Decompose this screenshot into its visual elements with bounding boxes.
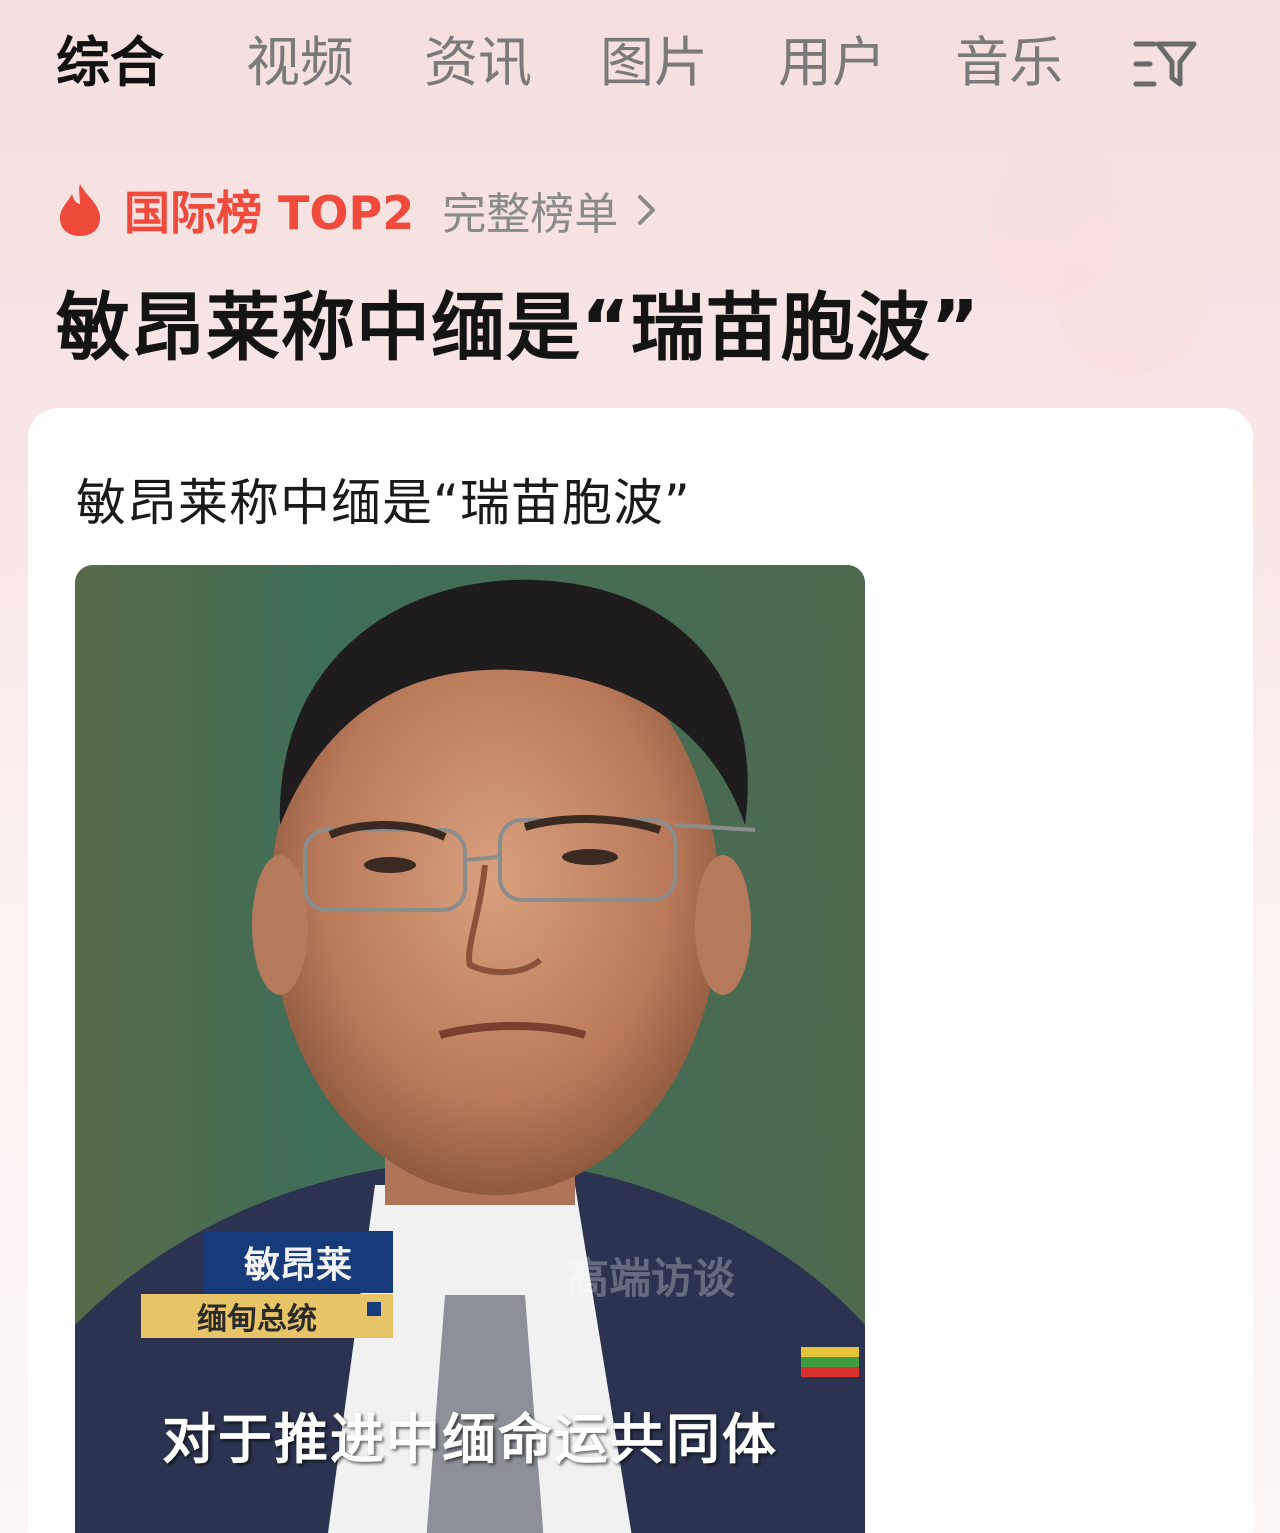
tab-users[interactable]: 用户	[778, 30, 886, 100]
result-card[interactable]: 敏昂莱称中缅是“瑞苗胞波” 敏昂莱 缅甸总统 高端访谈 对于推进中缅命运共同体	[28, 408, 1253, 1533]
tab-images[interactable]: 图片	[600, 30, 708, 100]
lower-third-role: 缅甸总统	[141, 1294, 393, 1338]
full-list-link[interactable]: 完整榜单	[442, 178, 658, 242]
tab-news[interactable]: 资讯	[424, 30, 532, 100]
tab-music[interactable]: 音乐	[955, 30, 1063, 100]
video-thumbnail[interactable]: 敏昂莱 缅甸总统 高端访谈 对于推进中缅命运共同体	[75, 565, 865, 1533]
lower-third-name: 敏昂莱	[203, 1231, 393, 1293]
tab-video[interactable]: 视频	[246, 30, 354, 100]
lower-third-square	[367, 1302, 381, 1316]
channel-watermark: 高端访谈	[567, 1254, 736, 1303]
filter-icon[interactable]	[1132, 38, 1198, 90]
card-title[interactable]: 敏昂莱称中缅是“瑞苗胞波”	[76, 463, 691, 535]
trending-rank-row: 国际榜 TOP2 完整榜单	[56, 180, 658, 240]
video-subtitle: 对于推进中缅命运共同体	[162, 1407, 778, 1471]
page-headline[interactable]: 敏昂莱称中缅是“瑞苗胞波”	[56, 268, 980, 375]
trending-rank-label: 国际榜 TOP2	[124, 186, 415, 240]
flame-icon	[60, 184, 100, 236]
portrait-image	[75, 565, 865, 1533]
lower-third-role-text: 缅甸总统	[197, 1302, 317, 1337]
tab-comprehensive[interactable]: 综合	[56, 30, 164, 100]
chevron-right-icon	[638, 195, 656, 225]
search-tab-bar: 综合 视频 资讯 图片 用户 音乐	[0, 0, 1280, 125]
full-list-label: 完整榜单	[442, 189, 619, 240]
